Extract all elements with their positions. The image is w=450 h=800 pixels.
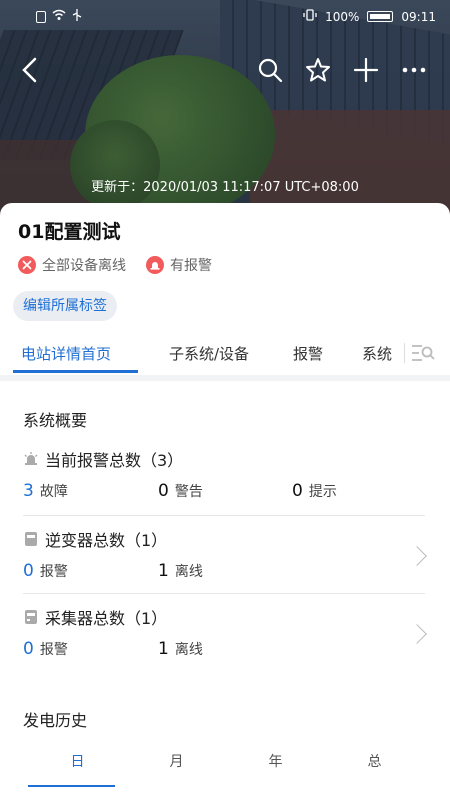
inverter-icon xyxy=(25,532,37,546)
star-icon xyxy=(306,58,330,82)
tab-system[interactable]: 系统 xyxy=(362,343,392,364)
clock: 09:11 xyxy=(401,9,436,24)
collector-alarm-stat: 0 报警 xyxy=(23,639,68,659)
status-alarm: 有报警 xyxy=(146,255,212,275)
active-tab-indicator xyxy=(13,370,138,373)
history-tab-month[interactable]: 月 xyxy=(127,751,226,771)
history-period-tabs: 日 月 年 总 xyxy=(28,751,424,771)
tab-subsystem-device[interactable]: 子系统/设备 xyxy=(169,343,249,364)
alarm-fault-stat: 3 故障 xyxy=(23,481,68,501)
tab-list-search-button[interactable] xyxy=(410,341,436,365)
list-search-icon xyxy=(412,345,435,361)
station-detail-card: 01配置测试 全部设备离线 有报警 编辑所属标签 电站详情首页 子系统/设备 报… xyxy=(0,203,450,800)
status-offline: 全部设备离线 xyxy=(18,255,126,275)
usb-icon xyxy=(72,9,82,24)
history-title: 发电历史 xyxy=(23,711,88,730)
tab-station-home[interactable]: 电站详情首页 xyxy=(21,343,111,364)
alarm-hint-stat: 0 提示 xyxy=(292,481,337,501)
offline-x-icon xyxy=(18,256,36,274)
status-offline-label: 全部设备离线 xyxy=(42,258,126,274)
add-button[interactable] xyxy=(350,54,382,86)
status-alarm-label: 有报警 xyxy=(170,258,212,274)
more-icon xyxy=(402,67,426,73)
battery-percent: 100% xyxy=(325,9,360,24)
updated-time: 更新于：2020/01/03 11:17:07 UTC+08:00 xyxy=(91,180,359,195)
search-icon xyxy=(258,58,283,83)
inverter-total-label: 逆变器总数（1） xyxy=(45,531,168,550)
back-button[interactable] xyxy=(14,54,46,86)
station-status-row: 全部设备离线 有报警 xyxy=(18,255,212,275)
collector-offline-stat: 1 离线 xyxy=(158,639,203,659)
station-title: 01配置测试 xyxy=(18,221,121,243)
alarm-total-label: 当前报警总数（3） xyxy=(45,451,184,470)
chevron-left-icon xyxy=(22,57,37,83)
top-navigation xyxy=(0,50,450,90)
favorite-button[interactable] xyxy=(302,54,334,86)
more-button[interactable] xyxy=(398,54,430,86)
overview-title: 系统概要 xyxy=(23,411,88,430)
system-overview-panel: 系统概要 当前报警总数（3） 3 故障 0 警告 0 提示 逆变器总数（1） 0 报警 … xyxy=(12,391,438,667)
collector-summary[interactable]: 采集器总数（1） 0 报警 1 离线 xyxy=(23,605,425,659)
history-tab-year[interactable]: 年 xyxy=(226,751,325,771)
inverter-offline-stat: 1 离线 xyxy=(158,561,203,581)
battery-icon xyxy=(367,11,394,22)
station-tabs: 电站详情首页 子系统/设备 报警 系统 xyxy=(0,333,450,375)
alarm-warning-stat: 0 警告 xyxy=(158,481,203,501)
inverter-alarm-stat: 0 报警 xyxy=(23,561,68,581)
edit-tag-button[interactable]: 编辑所属标签 xyxy=(13,291,117,321)
collector-icon xyxy=(25,610,37,624)
system-status-bar: 100% 09:11 xyxy=(0,0,450,34)
alarm-icon xyxy=(146,256,164,274)
plus-icon xyxy=(353,57,379,83)
collector-total-label: 采集器总数（1） xyxy=(45,609,168,628)
generation-history-panel: 发电历史 日 月 年 总 xyxy=(12,691,438,800)
history-tab-day[interactable]: 日 xyxy=(28,751,127,771)
wifi-icon xyxy=(52,9,66,24)
vibrate-icon xyxy=(303,9,317,24)
history-tab-total[interactable]: 总 xyxy=(325,751,424,771)
alarm-summary: 当前报警总数（3） 3 故障 0 警告 0 提示 xyxy=(23,447,425,501)
tab-alarm[interactable]: 报警 xyxy=(293,343,323,364)
inverter-summary[interactable]: 逆变器总数（1） 0 报警 1 离线 xyxy=(23,527,425,581)
search-button[interactable] xyxy=(254,54,286,86)
history-active-indicator xyxy=(28,785,115,787)
sim-icon xyxy=(36,10,46,23)
siren-icon xyxy=(24,452,38,465)
